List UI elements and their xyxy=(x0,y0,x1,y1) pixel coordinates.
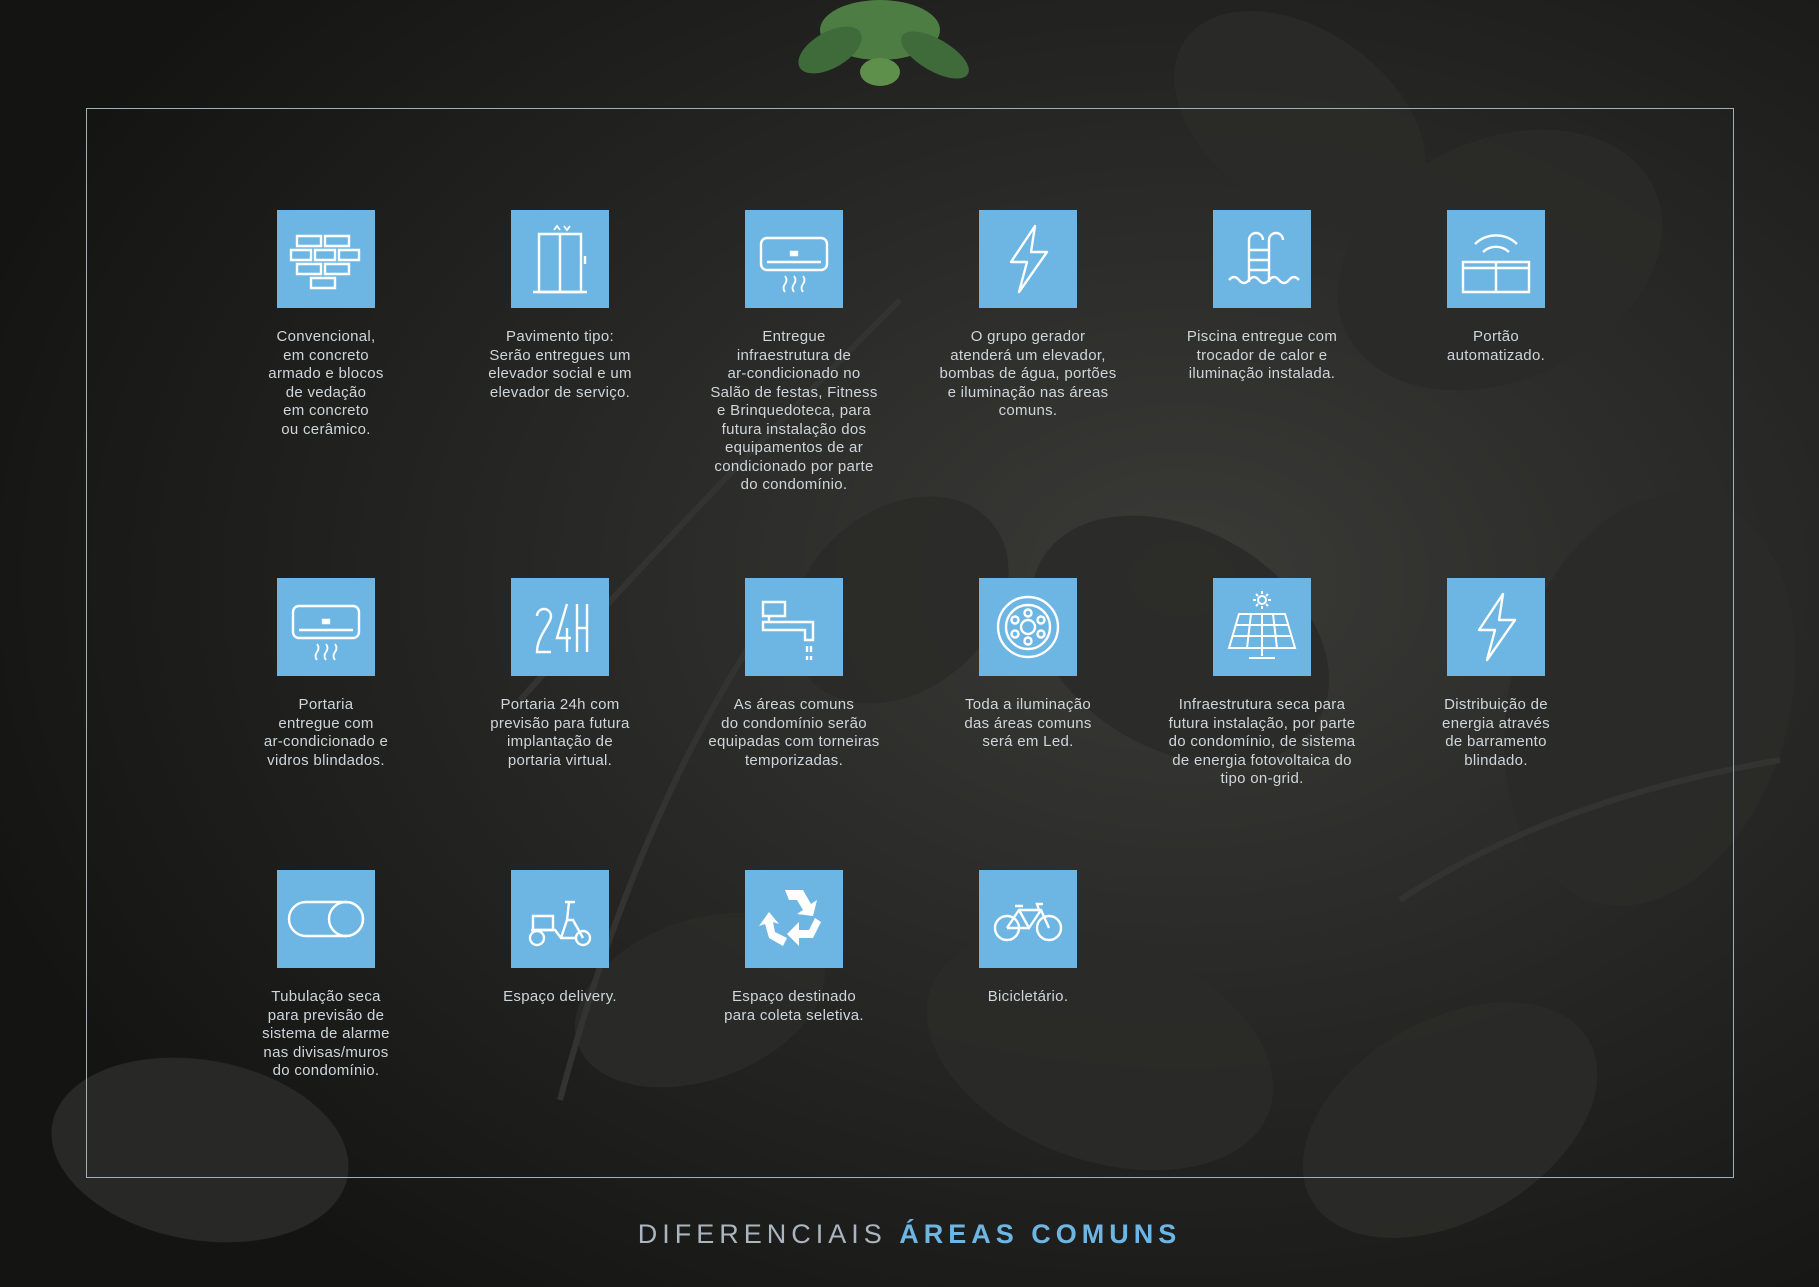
brick-wall-icon xyxy=(287,220,365,298)
feature-item: Espaço delivery. xyxy=(450,870,670,1007)
pool-ladder-icon xyxy=(1223,220,1301,298)
feature-item: Infraestrutura seca para futura instalaç… xyxy=(1152,578,1372,789)
feature-caption: As áreas comuns do condomínio serão equi… xyxy=(708,696,880,769)
feature-caption: Entregue infraestrutura de ar-condiciona… xyxy=(710,328,878,493)
feature-item: Bicicletário. xyxy=(918,870,1138,1007)
footer-title-light: DIFERENCIAIS xyxy=(637,1219,887,1249)
feature-caption: Convencional, em concreto armado e bloco… xyxy=(268,328,384,438)
feature-item: Convencional, em concreto armado e bloco… xyxy=(216,210,436,439)
air-conditioner-icon xyxy=(287,588,365,666)
feature-item: Pavimento tipo: Serão entregues um eleva… xyxy=(450,210,670,402)
automatic-gate-icon xyxy=(1457,220,1535,298)
lightning-bolt-icon xyxy=(989,220,1067,298)
alarm-toggle-icon xyxy=(287,880,365,958)
feature-item: Espaço destinado para coleta seletiva. xyxy=(684,870,904,1025)
feature-item: O grupo gerador atenderá um elevador, bo… xyxy=(918,210,1138,421)
feature-caption: Distribuição de energia através de barra… xyxy=(1442,696,1550,769)
feature-caption: Bicicletário. xyxy=(987,988,1069,1005)
elevator-icon xyxy=(521,220,599,298)
feature-item: Entregue infraestrutura de ar-condiciona… xyxy=(684,210,904,495)
feature-caption: Portão automatizado. xyxy=(1446,328,1546,364)
feature-item: Portaria 24h com previsão para futura im… xyxy=(450,578,670,770)
recycle-icon xyxy=(759,890,821,946)
feature-caption: Espaço delivery. xyxy=(503,988,617,1005)
feature-caption: Pavimento tipo: Serão entregues um eleva… xyxy=(488,328,632,401)
feature-caption: Espaço destinado para coleta seletiva. xyxy=(724,988,864,1024)
feature-item: Distribuição de energia através de barra… xyxy=(1386,578,1606,770)
feature-item: Tubulação seca para previsão de sistema … xyxy=(216,870,436,1081)
solar-panel-icon xyxy=(1223,588,1301,666)
footer-title-bold: ÁREAS COMUNS xyxy=(899,1219,1182,1249)
air-conditioner-icon xyxy=(755,220,833,298)
faucet-icon xyxy=(755,588,833,666)
delivery-scooter-icon xyxy=(521,880,599,958)
page-footer: DIFERENCIAIS ÁREAS COMUNS xyxy=(0,1219,1819,1250)
feature-caption: Piscina entregue com trocador de calor e… xyxy=(1186,328,1338,382)
feature-caption: Portaria entregue com ar-condicionado e … xyxy=(263,696,389,769)
feature-item: As áreas comuns do condomínio serão equi… xyxy=(684,578,904,770)
feature-caption: Infraestrutura seca para futura instalaç… xyxy=(1168,696,1356,787)
feature-caption: Portaria 24h com previsão para futura im… xyxy=(490,696,630,769)
24h-icon xyxy=(521,588,599,666)
feature-item: Portaria entregue com ar-condicionado e … xyxy=(216,578,436,770)
feature-caption: Toda a iluminação das áreas comuns será … xyxy=(964,696,1092,750)
bicycle-icon xyxy=(989,880,1067,958)
led-light-icon xyxy=(989,588,1067,666)
feature-item: Portão automatizado. xyxy=(1386,210,1606,365)
lightning-bolt-icon xyxy=(1457,588,1535,666)
feature-item: Piscina entregue com trocador de calor e… xyxy=(1152,210,1372,384)
feature-caption: O grupo gerador atenderá um elevador, bo… xyxy=(939,328,1117,419)
feature-caption: Tubulação seca para previsão de sistema … xyxy=(262,988,390,1079)
feature-item: Toda a iluminação das áreas comuns será … xyxy=(918,578,1138,752)
